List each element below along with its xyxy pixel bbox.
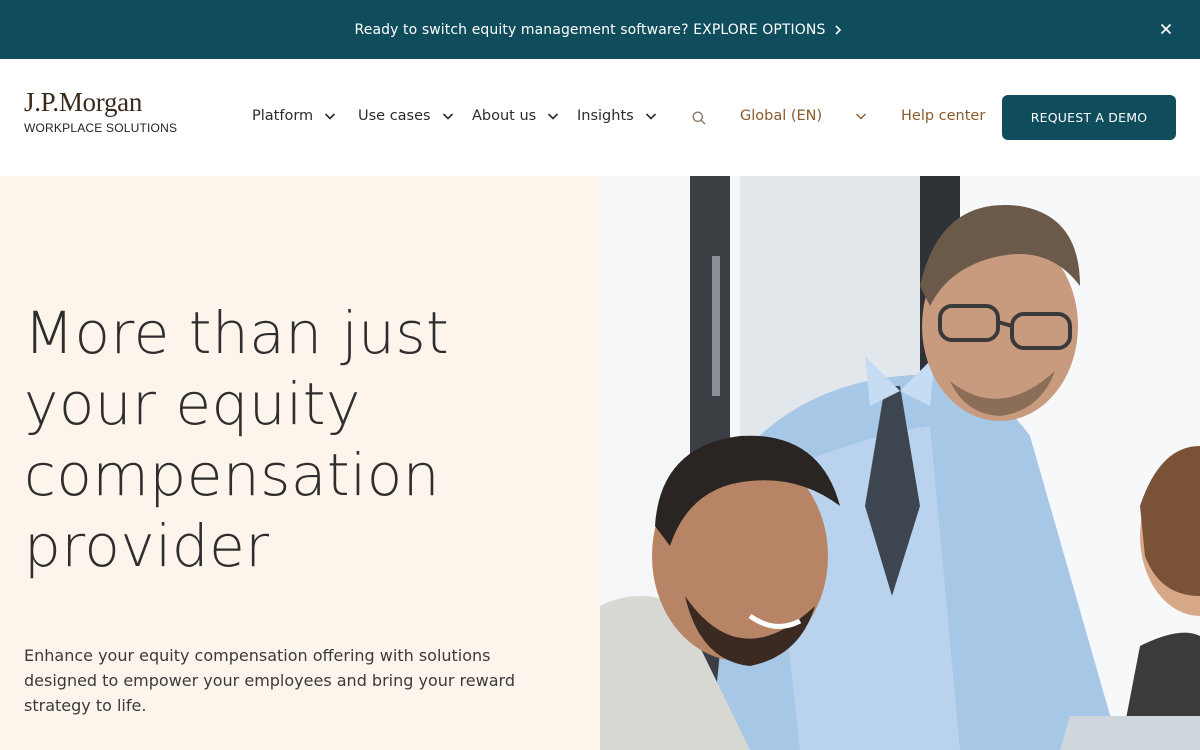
chevron-right-icon — [835, 24, 842, 35]
help-center-link[interactable]: Help center — [901, 108, 985, 124]
chevron-down-icon — [548, 113, 559, 120]
nav-label: Insights — [577, 108, 634, 124]
nav-about-us[interactable]: About us — [472, 108, 560, 124]
logo-subtitle: WORKPLACE SOLUTIONS — [24, 121, 178, 135]
brand-logo[interactable]: J.P.Morgan WORKPLACE SOLUTIONS — [24, 87, 177, 135]
nav-use-cases[interactable]: Use cases — [358, 108, 455, 124]
chevron-down-icon — [645, 113, 656, 120]
chevron-down-icon — [856, 113, 866, 120]
nav-insights[interactable]: Insights — [577, 108, 658, 124]
nav-platform[interactable]: Platform — [252, 108, 337, 124]
chevron-down-icon — [442, 113, 453, 120]
close-icon[interactable] — [1158, 21, 1174, 37]
banner-link[interactable]: Ready to switch equity management softwa… — [355, 22, 846, 38]
search-icon[interactable] — [691, 110, 707, 126]
request-demo-button[interactable]: REQUEST A DEMO — [1002, 95, 1176, 140]
chevron-down-icon — [325, 113, 336, 120]
announcement-banner: Ready to switch equity management softwa… — [0, 0, 1200, 59]
hero-photo — [600, 176, 1200, 750]
logo-wordmark: J.P.Morgan — [24, 87, 143, 117]
hero-subtitle: Enhance your equity compensation offerin… — [24, 646, 515, 715]
nav-label: Use cases — [358, 108, 431, 124]
hero-title: More than just your equity compensation … — [24, 299, 450, 580]
locale-selector[interactable]: Global (EN) — [740, 108, 868, 124]
banner-text: Ready to switch equity management softwa… — [354, 21, 826, 38]
nav-label: Platform — [252, 108, 314, 124]
hero-image — [600, 176, 1200, 750]
locale-label: Global (EN) — [740, 108, 823, 124]
nav-label: About us — [472, 108, 537, 124]
